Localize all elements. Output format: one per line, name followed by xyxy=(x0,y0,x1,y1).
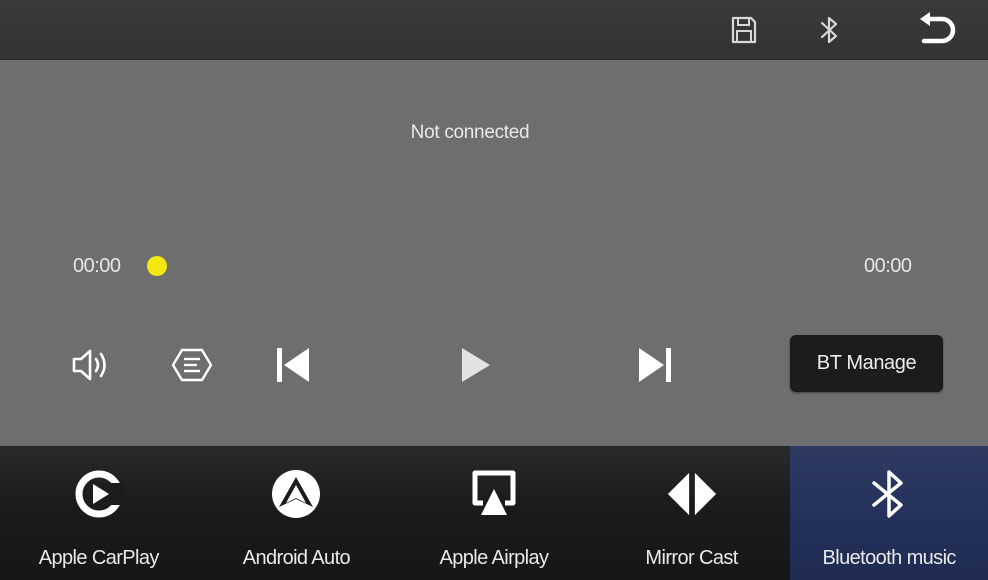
tab-android-auto[interactable]: Android Auto xyxy=(198,446,396,580)
airplay-icon xyxy=(468,468,520,520)
bluetooth-icon[interactable] xyxy=(810,10,850,50)
progress-bar[interactable] xyxy=(147,256,859,276)
play-icon[interactable] xyxy=(452,343,496,387)
tab-apple-airplay[interactable]: Apple Airplay xyxy=(395,446,593,580)
bt-manage-button[interactable]: BT Manage xyxy=(790,335,943,392)
back-icon[interactable] xyxy=(914,10,960,50)
tab-label: Android Auto xyxy=(242,547,351,569)
previous-icon[interactable] xyxy=(271,343,315,387)
time-total: 00:00 xyxy=(864,255,912,277)
connection-status: Not connected xyxy=(410,122,530,143)
carplay-icon xyxy=(73,468,125,520)
tab-bluetooth-music[interactable]: Bluetooth music xyxy=(790,446,988,580)
bluetooth-music-icon xyxy=(863,468,915,520)
top-bar xyxy=(0,0,988,60)
android-auto-icon xyxy=(270,468,322,520)
next-icon[interactable] xyxy=(633,343,677,387)
tab-label: Mirror Cast xyxy=(645,547,738,569)
save-icon[interactable] xyxy=(724,10,764,50)
tab-apple-carplay[interactable]: Apple CarPlay xyxy=(0,446,198,580)
volume-icon[interactable] xyxy=(70,343,114,387)
tab-label: Apple Airplay xyxy=(439,547,550,569)
playlist-icon[interactable] xyxy=(170,343,214,387)
mirror-cast-icon xyxy=(666,468,718,520)
player-panel: Not connected 00:00 00:00 BT Manage xyxy=(0,60,988,446)
time-elapsed: 00:00 xyxy=(73,255,121,277)
progress-thumb[interactable] xyxy=(147,256,167,276)
tab-label: Bluetooth music xyxy=(822,547,957,569)
source-dock: Apple CarPlay Android Auto Apple Airplay xyxy=(0,446,988,580)
tab-mirror-cast[interactable]: Mirror Cast xyxy=(593,446,791,580)
tab-label: Apple CarPlay xyxy=(38,547,160,569)
